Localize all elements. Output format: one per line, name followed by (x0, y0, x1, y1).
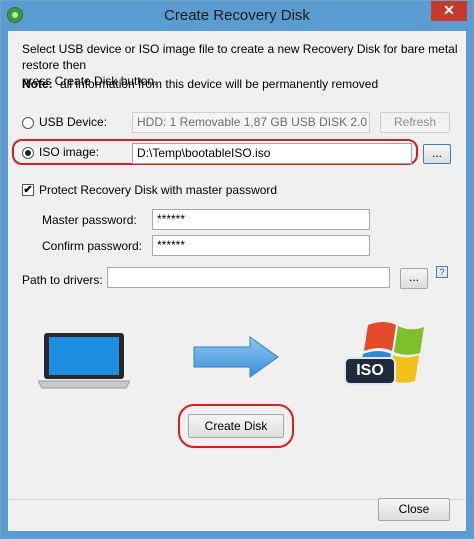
iso-badge: ISO (344, 357, 396, 385)
help-icon[interactable]: ? (436, 266, 448, 278)
usb-device-value: HDD: 1 Removable 1,87 GB USB DISK 2.0 US… (137, 115, 370, 129)
refresh-button[interactable]: Refresh (380, 112, 450, 133)
drivers-label: Path to drivers: (22, 273, 103, 287)
iso-image-label: ISO image: (39, 145, 100, 159)
window-close-button[interactable]: ✕ (431, 1, 467, 21)
protect-checkbox[interactable]: ✔ (22, 184, 34, 196)
note-label: Note: (22, 77, 53, 91)
iso-path-field[interactable]: D:\Temp\bootableISO.iso (132, 143, 412, 164)
window-title: Create Recovery Disk (164, 7, 310, 24)
intro-line-1: Select USB device or ISO image file to c… (22, 42, 458, 72)
iso-image-radio[interactable] (22, 147, 34, 159)
create-disk-button[interactable]: Create Disk (188, 414, 284, 438)
usb-device-label: USB Device: (39, 115, 108, 129)
drivers-browse-button[interactable]: ... (400, 268, 428, 289)
arrow-right-icon (193, 336, 279, 378)
dialog-body: Select USB device or ISO image file to c… (8, 31, 466, 531)
iso-browse-button[interactable]: ... (423, 144, 451, 164)
recovery-disk-window: Create Recovery Disk ✕ Select USB device… (0, 0, 474, 539)
iso-path-value: D:\Temp\bootableISO.iso (137, 146, 271, 160)
usb-device-radio[interactable] (22, 117, 34, 129)
note: Note: all information from this device w… (22, 77, 378, 91)
windows-iso-icon: ISO (344, 317, 436, 391)
title-bar: Create Recovery Disk ✕ (1, 1, 473, 31)
close-button[interactable]: Close (378, 498, 450, 521)
drivers-path-field[interactable] (107, 267, 390, 288)
protect-label: Protect Recovery Disk with master passwo… (39, 183, 278, 197)
confirm-password-field[interactable]: ****** (152, 235, 370, 256)
note-text: all information from this device will be… (60, 77, 379, 91)
laptop-icon (38, 333, 130, 389)
master-password-label: Master password: (42, 213, 137, 227)
usb-device-select[interactable]: HDD: 1 Removable 1,87 GB USB DISK 2.0 US… (132, 112, 370, 133)
master-password-field[interactable]: ****** (152, 209, 370, 230)
confirm-password-value: ****** (157, 238, 186, 252)
master-password-value: ****** (157, 212, 186, 226)
confirm-password-label: Confirm password: (42, 239, 143, 253)
